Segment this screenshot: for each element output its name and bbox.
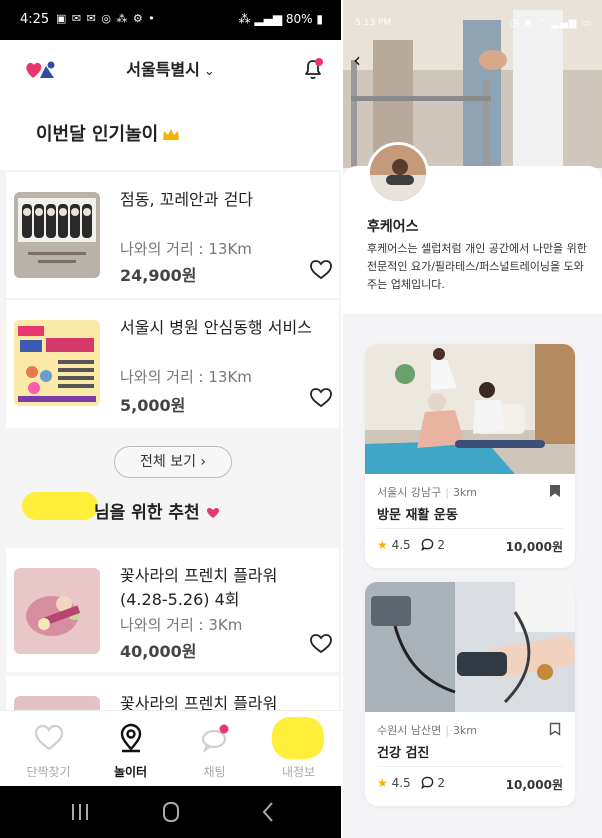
item-thumbnail (14, 568, 100, 654)
item-distance: 나와의 거리 : 13Km (120, 240, 252, 258)
nav-label: 내정보 (281, 765, 316, 779)
nav-label: 채팅 (203, 765, 226, 779)
bookmark-filled-icon[interactable] (549, 484, 561, 498)
status-icons: ◷ ✱ ◠ ▂▄▆ ▭ (509, 18, 592, 29)
chat-icon (201, 724, 229, 753)
item-price: 5,000원 (120, 396, 186, 415)
popular-section-title: 이번달 인기놀이 (36, 120, 180, 146)
service-title: 건강 검진 (377, 746, 430, 761)
service-meta: ★ 4.5 2 (377, 776, 445, 790)
item-thumbnail (14, 320, 100, 406)
item-title: 꽃사라의 프렌치 플라워 (4.28-5.26) 4회 (120, 566, 278, 609)
status-time: 4:25 (20, 12, 50, 27)
nav-tab-chat[interactable]: 채팅 (172, 711, 257, 787)
city-selector[interactable]: 서울특별시 ⌄ (0, 56, 341, 80)
item-distance: 나와의 거리 : 13Km (120, 368, 252, 386)
service-location: 수원시 남산면 | 3km (377, 724, 478, 737)
back-arrow-icon[interactable]: ‹ (353, 48, 361, 72)
notification-icons: ▣ ✉ ✉ ◎ ⁂ ⚙ • (56, 12, 156, 25)
item-price: 40,000원 (120, 642, 197, 661)
left-screen: 4:25 ▣ ✉ ✉ ◎ ⁂ ⚙ • ⁂ ▂▄▆ 80% ▮ 서울특별시 ⌄ 이번… (0, 0, 341, 838)
redacted-profile-icon (272, 717, 324, 759)
city-label: 서울특별시 (126, 60, 200, 79)
status-bar: 4:25 ▣ ✉ ✉ ◎ ⁂ ⚙ • ⁂ ▂▄▆ 80% ▮ (0, 0, 341, 40)
distance-text: 3km (452, 486, 478, 499)
battery-level: 80% (285, 12, 313, 26)
nav-tab-playground[interactable]: 놀이터 (88, 711, 173, 787)
service-location: 서울시 강남구 | 3km (377, 486, 478, 499)
recommend-title-text: 님을 위한 추천 (94, 503, 200, 523)
service-image (365, 344, 575, 474)
comment-icon (420, 776, 433, 790)
heart-icon[interactable] (310, 388, 332, 408)
distance-text: 3km (452, 724, 478, 737)
nav-tab-find-friend[interactable]: 단짝찾기 (6, 711, 91, 787)
heart-icon[interactable] (310, 260, 332, 280)
comment-icon (420, 538, 433, 552)
right-screen: 5:13 PM ◷ ✱ ◠ ▂▄▆ ▭ ‹ 후케어스 후케어스는 셀럽처럼 개인… (343, 0, 602, 838)
service-card[interactable]: 서울시 강남구 | 3km 방문 재활 운동 ★ 4.5 2 10,000원 (365, 344, 575, 568)
pink-heart-icon (206, 508, 219, 518)
service-image (365, 582, 575, 712)
provider-name: 후케어스 (367, 219, 419, 235)
service-price: 10,000원 (505, 540, 563, 554)
status-right: ⁂ ▂▄▆ 80% ▮ (239, 12, 323, 26)
service-meta: ★ 4.5 2 (377, 538, 445, 552)
item-title: 서울시 병원 안심동행 서비스 (120, 318, 312, 337)
chevron-down-icon: ⌄ (203, 64, 215, 79)
crown-icon (163, 129, 180, 140)
location-text: 서울시 강남구 (377, 486, 442, 499)
nav-label: 놀이터 (113, 765, 148, 779)
popular-title-text: 이번달 인기놀이 (36, 124, 159, 145)
rating-value: 4.5 (391, 538, 411, 552)
redacted-username (22, 492, 98, 520)
nav-tab-my-info[interactable]: 내정보 (256, 711, 341, 787)
item-distance: 나와의 거리 : 3Km (120, 616, 243, 634)
rating-value: 4.5 (391, 776, 411, 790)
heart-icon (34, 724, 64, 751)
location-text: 수원시 남산면 (377, 724, 442, 737)
recommend-item-card[interactable]: 꽃사라의 프렌치 플라워 (4.28-5.26) 4회 나와의 거리 : 3Km… (6, 548, 339, 672)
comment-count: 2 (437, 538, 445, 552)
battery-icon: ▮ (312, 12, 323, 26)
star-icon: ★ (377, 776, 388, 790)
popular-item-card[interactable]: 서울시 병원 안심동행 서비스 나와의 거리 : 13Km 5,000원 (6, 300, 339, 428)
system-navigation-bar (0, 786, 341, 838)
item-thumbnail (14, 192, 100, 278)
home-icon (163, 802, 179, 822)
comment-count: 2 (437, 776, 445, 790)
nav-label: 단짝찾기 (26, 765, 71, 779)
divider (377, 528, 563, 529)
signal-icon: ⁂ ▂▄▆ (238, 12, 286, 26)
item-title: 점동, 꼬레안과 걷다 (120, 190, 254, 209)
bottom-navigation: 단짝찾기 놀이터 채팅 내정보 (0, 710, 341, 787)
star-icon: ★ (377, 538, 388, 552)
divider (377, 766, 563, 767)
avatar[interactable] (367, 142, 429, 204)
provider-description: 후케어스는 셀럽처럼 개인 공간에서 나만을 위한 전문적인 요가/필라테스/퍼… (367, 242, 587, 291)
heart-icon[interactable] (310, 634, 332, 654)
bookmark-outline-icon[interactable] (549, 722, 561, 736)
location-pin-icon (120, 723, 142, 753)
item-price: 24,900원 (120, 266, 197, 285)
status-time: 5:13 PM (355, 18, 392, 28)
popular-item-card[interactable]: 점동, 꼬레안과 걷다 나와의 거리 : 13Km 24,900원 (6, 172, 339, 298)
service-card[interactable]: 수원시 남산면 | 3km 건강 검진 ★ 4.5 2 10,000원 (365, 582, 575, 806)
notification-bell-icon[interactable] (300, 56, 326, 82)
recommend-section-title: 님을 위한 추천 (94, 498, 220, 523)
service-price: 10,000원 (505, 778, 563, 792)
see-all-button[interactable]: 전체 보기 › (114, 446, 232, 478)
back-icon (262, 802, 273, 822)
service-title: 방문 재활 운동 (377, 508, 458, 523)
